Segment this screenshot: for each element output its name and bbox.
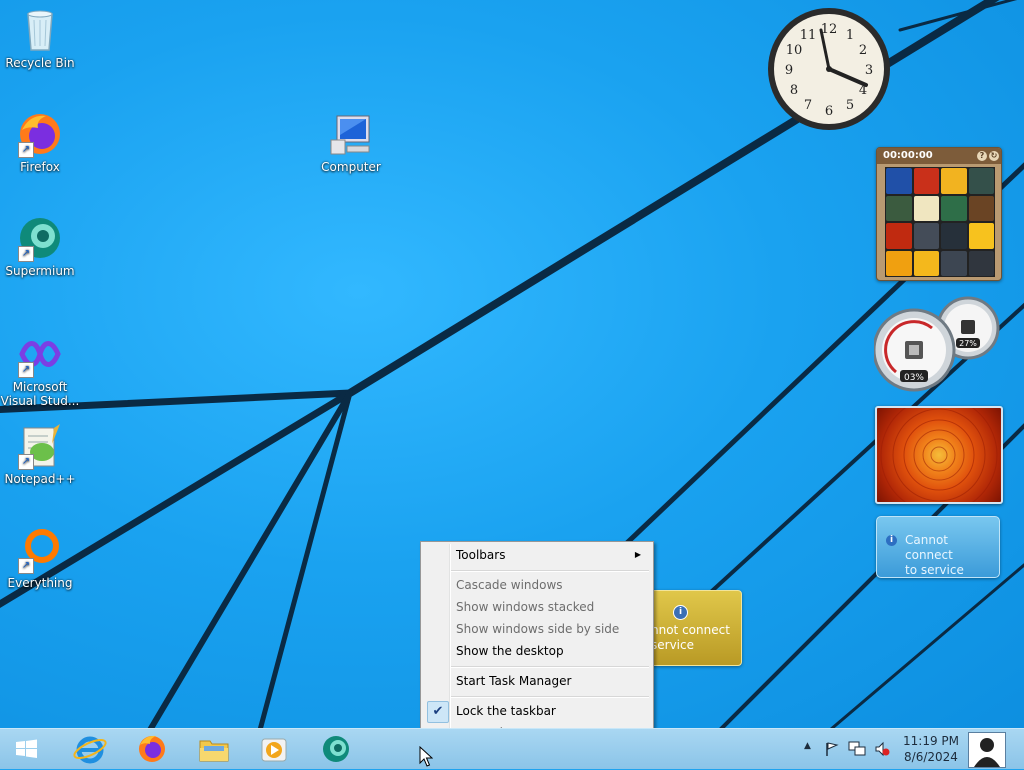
taskbar-internet-explorer[interactable] bbox=[68, 733, 112, 765]
user-account-tile[interactable] bbox=[968, 732, 1006, 768]
clock-numeral: 7 bbox=[804, 98, 812, 113]
menu-item-cascade-windows[interactable]: Cascade windows bbox=[423, 574, 651, 596]
clock-numeral: 11 bbox=[800, 28, 817, 43]
puzzle-timer: 00:00:00 bbox=[883, 150, 933, 161]
desktop-icon-label: Microsoft Visual Stud... bbox=[0, 380, 80, 408]
desktop-icon-firefox[interactable]: ↗ Firefox bbox=[0, 110, 80, 174]
notepadpp-icon: ↗ bbox=[16, 422, 64, 470]
everything-icon: ↗ bbox=[16, 526, 64, 574]
feed-message-line1: nnot connect bbox=[651, 623, 730, 637]
supermium-icon: ↗ bbox=[16, 214, 64, 262]
clock-gadget[interactable]: 12 1 2 3 4 5 6 7 8 9 10 11 bbox=[766, 6, 892, 132]
menu-item-start-task-manager[interactable]: Start Task Manager bbox=[423, 670, 651, 692]
desktop-icon-label: Notepad++ bbox=[4, 472, 76, 486]
menu-item-toolbars[interactable]: Toolbars ▶ bbox=[423, 544, 651, 566]
clock-numeral: 9 bbox=[785, 63, 793, 78]
menu-item-show-windows-side-by-side[interactable]: Show windows side by side bbox=[423, 618, 651, 640]
feed-headlines-gadget[interactable]: i nnot connect service bbox=[640, 590, 742, 666]
internet-explorer-icon bbox=[73, 736, 107, 764]
system-clock[interactable]: 11:19 PM 8/6/2024 bbox=[896, 733, 966, 765]
clock-numeral: 5 bbox=[846, 98, 854, 113]
weather-message-line2: to service bbox=[905, 563, 964, 577]
taskbar-context-menu: Toolbars ▶ Cascade windows Show windows … bbox=[420, 541, 654, 748]
clock-numeral: 8 bbox=[790, 83, 798, 98]
weather-gadget[interactable]: i Cannot connect to service bbox=[876, 516, 1000, 578]
flower-photo bbox=[880, 408, 998, 502]
picture-puzzle-gadget[interactable]: 00:00:00 ↻ ? bbox=[876, 147, 1002, 281]
submenu-arrow-icon: ▶ bbox=[634, 550, 641, 559]
clock-numeral: 3 bbox=[865, 63, 873, 78]
memory-percent: 27% bbox=[959, 339, 977, 348]
clock-date: 8/6/2024 bbox=[904, 750, 958, 764]
clock-time: 11:19 PM bbox=[903, 734, 959, 748]
volume-muted-icon[interactable] bbox=[874, 741, 890, 757]
menu-item-show-the-desktop[interactable]: Show the desktop bbox=[423, 640, 651, 662]
desktop-icon-label: Supermium bbox=[5, 264, 75, 278]
recycle-bin-icon bbox=[16, 6, 64, 54]
menu-item-lock-the-taskbar[interactable]: ✔ Lock the taskbar bbox=[423, 700, 651, 723]
folder-icon bbox=[199, 740, 229, 762]
menu-item-show-windows-stacked[interactable]: Show windows stacked bbox=[423, 596, 651, 618]
taskbar-file-explorer[interactable] bbox=[192, 733, 236, 765]
menu-separator bbox=[451, 570, 649, 572]
shortcut-arrow-icon: ↗ bbox=[18, 454, 34, 470]
user-avatar-icon bbox=[974, 738, 1000, 767]
puzzle-header: 00:00:00 ↻ ? bbox=[877, 148, 1001, 164]
taskbar-firefox[interactable] bbox=[130, 733, 174, 765]
weather-message-line1: Cannot connect bbox=[905, 533, 953, 562]
shortcut-arrow-icon: ↗ bbox=[18, 246, 34, 262]
mouse-pointer-icon bbox=[419, 746, 433, 767]
info-icon: i bbox=[886, 535, 897, 546]
computer-icon bbox=[327, 110, 375, 158]
media-player-icon bbox=[261, 738, 287, 762]
network-icon[interactable] bbox=[848, 741, 866, 757]
clock-numeral: 10 bbox=[786, 43, 803, 58]
desktop-icon-notepadpp[interactable]: ↗ Notepad++ bbox=[0, 422, 80, 486]
desktop-icon-label: Computer bbox=[321, 160, 381, 174]
slideshow-gadget[interactable] bbox=[875, 406, 1003, 504]
cpu-percent: 03% bbox=[904, 373, 924, 383]
desktop-icon-computer[interactable]: Computer bbox=[311, 110, 391, 174]
show-hidden-icons-button[interactable]: ▲ bbox=[804, 741, 811, 751]
clock-numeral: 1 bbox=[846, 28, 854, 43]
desktop-icon-everything[interactable]: ↗ Everything bbox=[0, 526, 80, 590]
desktop-icon-label: Recycle Bin bbox=[5, 56, 75, 70]
menu-separator bbox=[451, 696, 649, 698]
windows-logo-icon bbox=[16, 739, 37, 758]
desktop-icon-visual-studio[interactable]: ↗ Microsoft Visual Stud... bbox=[0, 330, 80, 408]
info-icon: i bbox=[673, 605, 688, 620]
checkmark-icon: ✔ bbox=[427, 701, 449, 723]
clock-numeral: 6 bbox=[825, 104, 833, 119]
taskbar-supermium[interactable] bbox=[314, 733, 358, 765]
start-button[interactable] bbox=[4, 733, 48, 765]
clock-numeral: 2 bbox=[859, 43, 867, 58]
desktop-icon-label: Everything bbox=[7, 576, 73, 590]
puzzle-restart-button[interactable]: ↻ bbox=[989, 151, 999, 161]
feed-message-line2: service bbox=[651, 638, 694, 652]
desktop-icon-recycle-bin[interactable]: Recycle Bin bbox=[0, 6, 80, 70]
firefox-icon: ↗ bbox=[16, 110, 64, 158]
supermium-icon bbox=[323, 736, 349, 762]
puzzle-grid[interactable] bbox=[885, 167, 995, 277]
taskbar-media-player[interactable] bbox=[252, 733, 296, 765]
shortcut-arrow-icon: ↗ bbox=[18, 558, 34, 574]
shortcut-arrow-icon: ↗ bbox=[18, 142, 34, 158]
desktop-icon-supermium[interactable]: ↗ Supermium bbox=[0, 214, 80, 278]
cpu-meter-gadget[interactable]: 03% 27% bbox=[872, 296, 1002, 392]
firefox-icon bbox=[139, 735, 165, 762]
action-center-flag-icon[interactable] bbox=[824, 741, 840, 757]
menu-separator bbox=[451, 666, 649, 668]
puzzle-help-button[interactable]: ? bbox=[977, 151, 987, 161]
shortcut-arrow-icon: ↗ bbox=[18, 362, 34, 378]
desktop-icon-label: Firefox bbox=[20, 160, 60, 174]
visual-studio-icon: ↗ bbox=[16, 330, 64, 378]
taskbar[interactable]: ▲ 11:19 PM 8/6/2024 bbox=[0, 728, 1024, 769]
